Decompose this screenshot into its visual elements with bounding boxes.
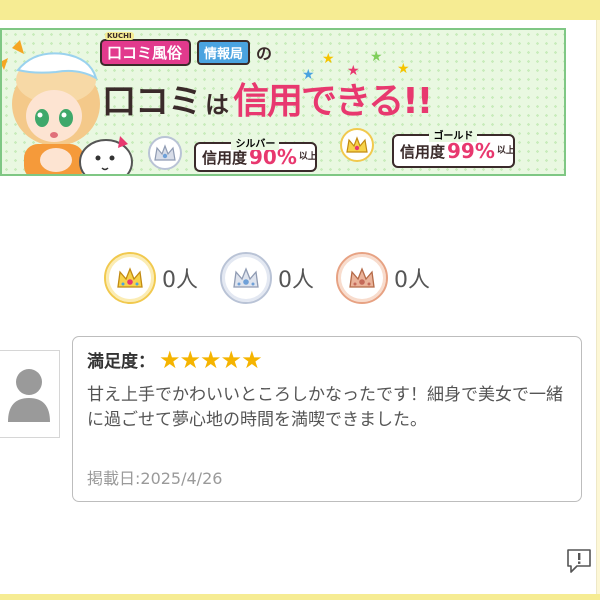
bottom-bar xyxy=(0,594,600,600)
avatar xyxy=(0,350,60,438)
gold-crown-count[interactable]: 0人 xyxy=(104,252,198,304)
silver-credibility-badge: シルバー 信用度 90% 以上 xyxy=(194,135,317,172)
gold-suffix: 以上 xyxy=(496,145,515,156)
headline-part-a: 口コミ xyxy=(102,82,202,122)
silver-count-value: 0人 xyxy=(278,268,314,293)
gold-tag: ゴールド xyxy=(429,127,478,142)
logo-mark: KUCHI 口コミ風俗 xyxy=(100,31,192,66)
logo-subtitle: 情報局 xyxy=(197,39,251,65)
bronze-crown-count[interactable]: 0人 xyxy=(336,252,430,304)
gold-percent: 99% xyxy=(447,139,495,163)
review-date: 掲載日:2025/4/26 xyxy=(87,469,223,488)
banner-logo: KUCHI 口コミ風俗 情報局 の xyxy=(100,31,273,66)
rating-stars: ★★★★★ xyxy=(159,345,263,374)
headline-part-b: は xyxy=(205,91,229,119)
review-card: 満足度： ★★★★★ 甘え上手でかわいいところしかなったです！細身で美女で一緒に… xyxy=(72,336,582,502)
logo-particle: の xyxy=(256,44,273,63)
gold-count-value: 0人 xyxy=(162,268,198,293)
rating-label: 満足度： xyxy=(87,352,155,372)
silver-crown-count[interactable]: 0人 xyxy=(220,252,314,304)
gold-credibility-badge: ゴールド 信用度 99% 以上 xyxy=(392,127,515,168)
crown-silver-icon xyxy=(148,136,182,170)
crown-gold-icon xyxy=(340,128,374,162)
silver-tag: シルバー xyxy=(231,135,280,150)
crown-count-row: 0人 0人 0人 xyxy=(104,252,452,304)
top-bar xyxy=(0,0,600,20)
crown-bronze-icon xyxy=(336,252,388,304)
bronze-count-value: 0人 xyxy=(394,268,430,293)
promo-banner[interactable]: ★ ★ ★ ★ ★ KUCHI 口コミ風俗 情報局 の 口コミ は 信用できる!… xyxy=(0,28,566,176)
crown-gold-icon xyxy=(104,252,156,304)
report-icon[interactable] xyxy=(566,548,592,574)
crown-silver-icon xyxy=(220,252,272,304)
review-body: 甘え上手でかわいいところしかなったです！細身で美女で一緒に過ごせて夢心地の時間を… xyxy=(87,385,563,430)
banner-headline: 口コミ は 信用できる!! xyxy=(102,72,433,124)
gold-label: 信用度 xyxy=(400,142,446,161)
headline-part-c: 信用できる!! xyxy=(233,81,433,122)
rating-row: 満足度： ★★★★★ xyxy=(87,345,263,374)
user-avatar-icon xyxy=(8,369,50,422)
silver-suffix: 以上 xyxy=(298,151,317,162)
